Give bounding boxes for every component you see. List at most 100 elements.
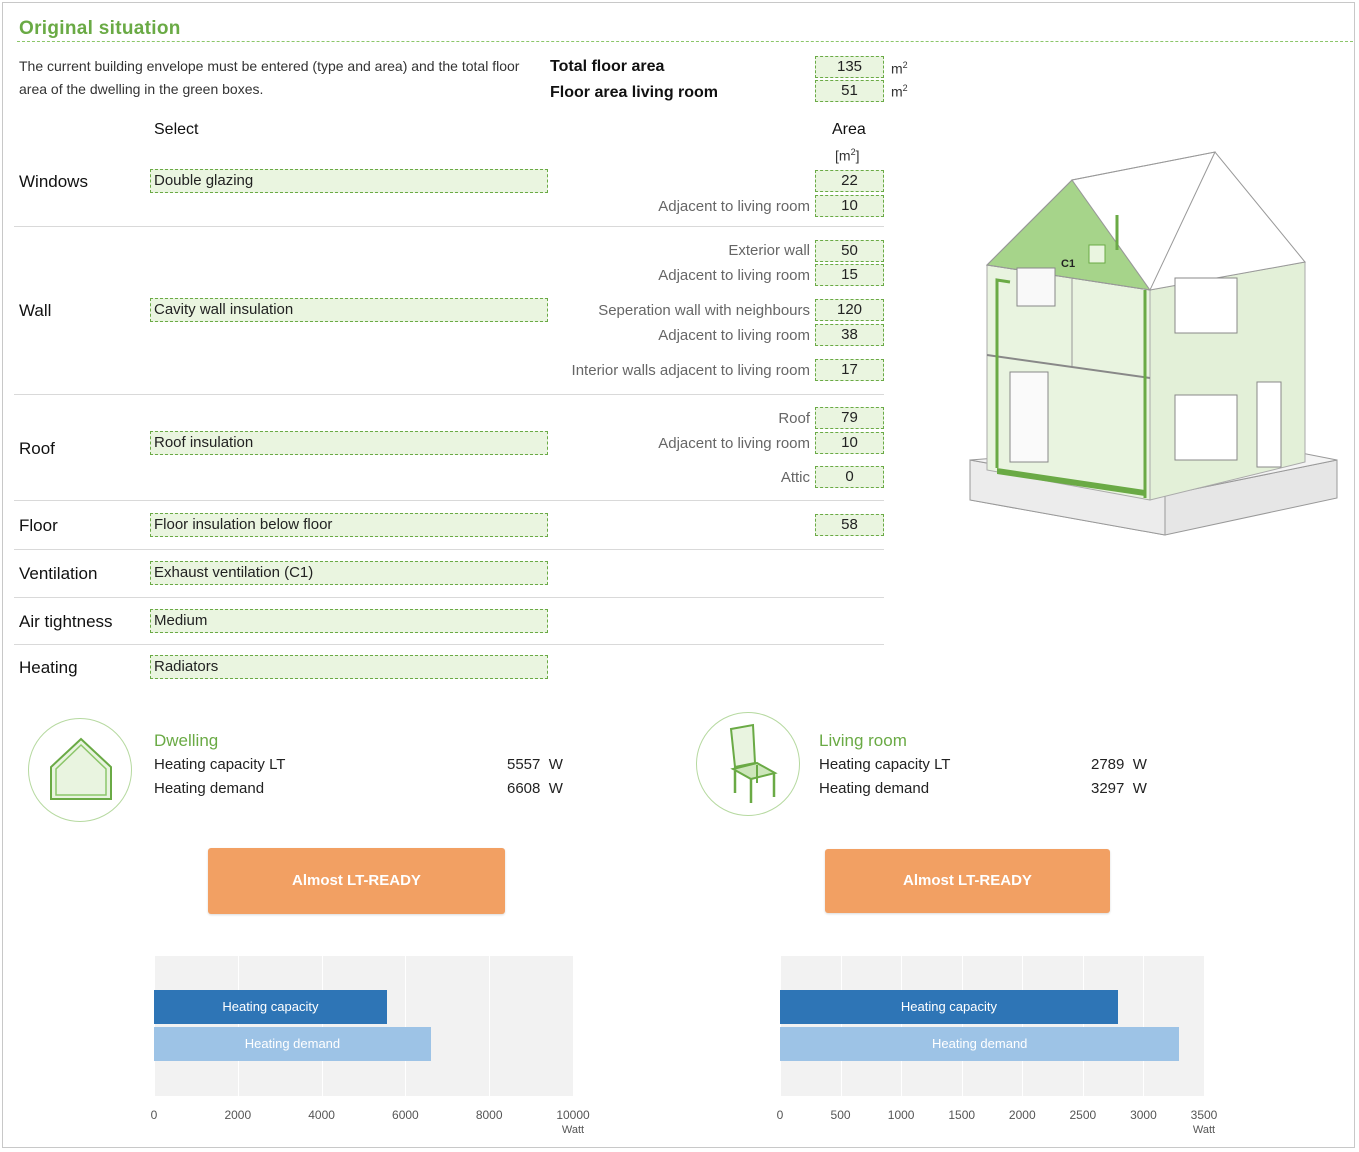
row-divider <box>14 394 884 395</box>
chart-gridline <box>780 956 781 1096</box>
heating-demand-bar: Heating demand <box>154 1027 431 1061</box>
living-floor-area-input[interactable]: 51 <box>815 80 884 102</box>
chart-tick-label: 0 <box>776 1108 784 1122</box>
interior-walls-label: Interior walls adjacent to living room <box>571 362 810 379</box>
separation-wall-input[interactable]: 120 <box>815 299 884 321</box>
chart-tick-label: 10000 <box>556 1108 590 1122</box>
chair-icon <box>729 723 778 803</box>
dwelling-capacity-value: 5557 W <box>507 756 563 773</box>
living-icon-circle <box>696 712 800 816</box>
row-divider <box>14 226 884 227</box>
living-floor-area-label: Floor area living room <box>550 84 719 101</box>
roof-adjacent-input[interactable]: 10 <box>815 432 884 454</box>
floor-area-input[interactable]: 58 <box>815 514 884 536</box>
chart-tick-label: 1500 <box>948 1108 976 1122</box>
chart-gridline <box>961 956 963 1096</box>
chart-gridline <box>1204 956 1205 1096</box>
chart-tick-label: 2000 <box>224 1108 252 1122</box>
title-divider <box>17 41 1353 42</box>
chart-gridline <box>1022 956 1024 1096</box>
chart-tick-label: 2000 <box>1008 1108 1036 1122</box>
row-divider <box>14 500 884 501</box>
c1-label: C1 <box>1061 258 1075 270</box>
intro-text: The current building envelope must be en… <box>19 58 520 97</box>
chart-gridline <box>901 956 903 1096</box>
chart-gridline <box>1082 956 1084 1096</box>
air-tightness-label: Air tightness <box>19 612 113 631</box>
chart-gridline <box>237 956 239 1096</box>
total-floor-area-unit: m2 <box>891 60 908 77</box>
area-unit-label: [m2] <box>835 147 860 164</box>
dwelling-title: Dwelling <box>154 731 219 750</box>
chart-gridline <box>840 956 842 1096</box>
heating-label: Heating <box>19 658 78 677</box>
living-status-badge: Almost LT-READY <box>825 849 1110 913</box>
heating-capacity-bar: Heating capacity <box>154 990 387 1024</box>
interior-walls-input[interactable]: 17 <box>815 359 884 381</box>
total-floor-area-input[interactable]: 135 <box>815 56 884 78</box>
attic-label: Attic <box>780 469 810 486</box>
wall-adjacent-label-1: Adjacent to living room <box>658 267 810 284</box>
floor-select[interactable]: Floor insulation below floor <box>150 513 548 537</box>
dwelling-demand-label: Heating demand <box>154 780 265 797</box>
chart-axis-label: Watt <box>561 1124 585 1136</box>
chart-gridline <box>489 956 491 1096</box>
wall-adjacent-input-2[interactable]: 38 <box>815 324 884 346</box>
chart-axis-label: Watt <box>1192 1124 1216 1136</box>
dwelling-icon-circle <box>28 718 132 822</box>
roof-label: Roof <box>19 439 55 458</box>
roof-adjacent-label: Adjacent to living room <box>658 435 810 452</box>
separation-wall-label: Seperation wall with neighbours <box>598 302 810 319</box>
ventilation-select[interactable]: Exhaust ventilation (C1) <box>150 561 548 585</box>
living-demand-label: Heating demand <box>819 780 930 797</box>
chart-gridline <box>405 956 407 1096</box>
living-heating-chart: 0 500 1000 1500 2000 2500 3000 3500 Watt Heating … <box>766 950 1236 1145</box>
chart-plot-area <box>154 956 573 1096</box>
roof-area-input[interactable]: 79 <box>815 407 884 429</box>
exterior-wall-input[interactable]: 50 <box>815 240 884 262</box>
heating-select[interactable]: Radiators <box>150 655 548 679</box>
wall-adjacent-input-1[interactable]: 15 <box>815 264 884 286</box>
air-tightness-select[interactable]: Medium <box>150 609 548 633</box>
chart-tick-label: 0 <box>150 1108 158 1122</box>
dwelling-capacity-label: Heating capacity LT <box>154 756 286 773</box>
windows-area-input[interactable]: 22 <box>815 170 884 192</box>
row-divider <box>14 644 884 645</box>
windows-adjacent-label: Adjacent to living room <box>658 198 810 215</box>
wall-adjacent-label-2: Adjacent to living room <box>658 327 810 344</box>
living-demand-value: 3297 W <box>1091 780 1147 797</box>
chart-tick-label: 2500 <box>1069 1108 1097 1122</box>
house-icon <box>50 737 112 800</box>
living-capacity-label: Heating capacity LT <box>819 756 951 773</box>
wall-select[interactable]: Cavity wall insulation <box>150 298 548 322</box>
living-floor-area-unit: m2 <box>891 83 908 100</box>
chart-gridline <box>321 956 323 1096</box>
windows-adjacent-input[interactable]: 10 <box>815 195 884 217</box>
section-title: Original situation <box>19 18 181 39</box>
floor-label: Floor <box>19 516 58 535</box>
select-column-header: Select <box>154 121 199 138</box>
windows-label: Windows <box>19 172 88 191</box>
heating-demand-bar: Heating demand <box>780 1027 1180 1061</box>
chart-plot-area <box>780 956 1204 1096</box>
chart-tick-label: 3500 <box>1190 1108 1218 1122</box>
roof-area-label: Roof <box>778 410 810 427</box>
chart-gridline <box>1143 956 1145 1096</box>
roof-select[interactable]: Roof insulation <box>150 431 548 455</box>
living-room-title: Living room <box>819 731 907 750</box>
exterior-wall-label: Exterior wall <box>728 242 810 259</box>
attic-input[interactable]: 0 <box>815 466 884 488</box>
area-column-header: Area <box>832 121 866 138</box>
living-capacity-value: 2789 W <box>1091 756 1147 773</box>
heating-capacity-bar: Heating capacity <box>780 990 1118 1024</box>
dwelling-status-badge: Almost LT-READY <box>208 848 505 914</box>
windows-select[interactable]: Double glazing <box>150 169 548 193</box>
chart-gridline <box>154 956 155 1096</box>
ventilation-label: Ventilation <box>19 564 98 583</box>
chart-tick-label: 6000 <box>392 1108 419 1122</box>
chart-tick-label: 8000 <box>475 1108 503 1122</box>
row-divider <box>14 549 884 550</box>
chart-tick-label: 500 <box>830 1108 851 1122</box>
total-floor-area-label: Total floor area <box>550 58 665 75</box>
dwelling-heating-chart: 0 2000 4000 6000 8000 10000 Watt Heating capaci… <box>140 950 610 1145</box>
